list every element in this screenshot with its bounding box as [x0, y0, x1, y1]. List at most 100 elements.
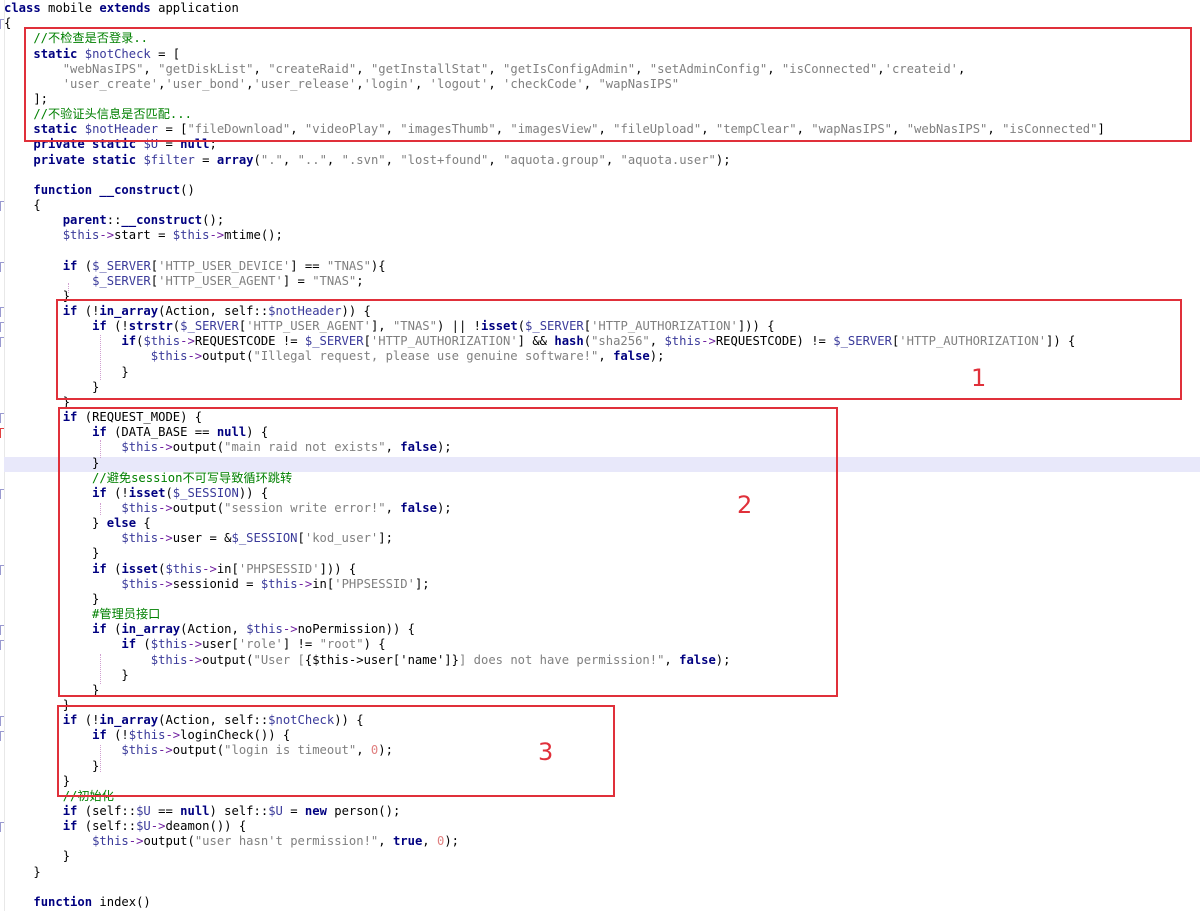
code-token: ,	[326, 152, 342, 167]
code-token: ,	[422, 834, 437, 849]
code-token: $this	[92, 834, 129, 849]
annotation-box-header	[24, 27, 1192, 142]
annotation-label-3: 3	[538, 738, 554, 766]
code-line[interactable]: }	[4, 864, 41, 880]
code-token: start =	[114, 228, 173, 243]
code-line[interactable]: private static $filter = array(".", ".."…	[4, 152, 730, 168]
code-token: $U	[136, 819, 151, 834]
code-editor[interactable]: class mobile extends application{ //不检查是…	[0, 0, 1200, 911]
code-token: ->	[128, 834, 144, 849]
code-token: mtime();	[224, 228, 283, 243]
code-token: "aquota.user"	[620, 152, 716, 167]
code-token: index()	[92, 894, 151, 909]
code-token: ();	[202, 213, 225, 228]
code-line[interactable]: $this->start = $this->mtime();	[4, 228, 283, 243]
code-token: ==	[150, 804, 181, 818]
code-token: $U	[136, 804, 151, 818]
code-token: mobile	[40, 1, 100, 15]
annotation-box-2	[58, 407, 838, 697]
code-line[interactable]: function __construct()	[4, 182, 195, 198]
code-token: array	[216, 152, 254, 167]
code-token: "user hasn't permission!"	[194, 834, 379, 849]
code-token: application	[150, 1, 239, 15]
code-token: ,	[282, 152, 298, 167]
code-line[interactable]: class mobile extends application	[4, 1, 239, 16]
code-token: "."	[260, 152, 283, 167]
code-token: $_SERVER	[92, 273, 151, 288]
code-token: "TNAS"	[312, 273, 357, 288]
code-token: __construct	[99, 182, 181, 197]
code-token: deamon()) {	[165, 819, 247, 834]
code-line[interactable]: {	[4, 16, 11, 31]
code-line[interactable]: $_SERVER['HTTP_USER_AGENT'] = "TNAS";	[4, 274, 364, 289]
code-token: $_SERVER	[92, 258, 151, 273]
code-token: private static	[33, 152, 137, 167]
code-token: function	[33, 182, 93, 197]
code-token: ) self::	[209, 804, 269, 818]
code-token: ;	[356, 273, 364, 288]
code-token: =	[194, 152, 217, 167]
code-token: "TNAS"	[326, 258, 371, 273]
code-token: output(	[143, 834, 195, 849]
indent-guide	[68, 283, 69, 293]
code-token: (	[253, 152, 261, 167]
code-line[interactable]: }	[4, 849, 70, 864]
code-token: ,	[385, 152, 401, 167]
code-token: class	[4, 1, 41, 15]
code-token: (self::	[77, 819, 137, 834]
code-line[interactable]: if (self::$U == null) self::$U = new per…	[4, 804, 401, 819]
code-token: ,	[605, 152, 621, 167]
code-token: 'HTTP_USER_DEVICE'	[158, 258, 291, 273]
code-line[interactable]: {	[4, 198, 41, 213]
code-token: ){	[370, 258, 386, 273]
code-token: ::	[106, 213, 122, 228]
code-token: "lost+found"	[400, 152, 489, 167]
code-token: =	[282, 804, 305, 818]
code-token: ] ==	[290, 258, 327, 273]
annotation-box-1	[56, 299, 1182, 400]
code-token: true	[392, 834, 423, 849]
code-token: (self::	[77, 804, 137, 818]
code-token: $filter	[143, 152, 195, 167]
code-line[interactable]: function index()	[4, 894, 151, 910]
code-token: ,	[378, 834, 393, 849]
annotation-box-3	[57, 705, 615, 797]
code-line[interactable]: $this->output("user hasn't permission!",…	[4, 834, 459, 849]
code-token: ".svn"	[341, 152, 386, 167]
code-token: null	[180, 804, 210, 818]
code-token: (	[77, 258, 93, 273]
code-line[interactable]: parent::__construct();	[4, 213, 224, 228]
annotation-label-1: 1	[971, 364, 987, 392]
code-token: __construct	[121, 213, 203, 228]
code-token: function	[33, 894, 93, 909]
code-token: }	[4, 864, 41, 879]
code-token: }	[4, 849, 71, 864]
code-token: if	[62, 258, 78, 273]
code-line[interactable]: if (self::$U->deamon()) {	[4, 819, 246, 834]
code-token: if	[62, 819, 78, 834]
code-token: {	[4, 16, 12, 31]
code-token: "aquota.group"	[503, 152, 606, 167]
code-token: $this	[62, 228, 100, 243]
code-token: ()	[180, 182, 195, 197]
code-token: {	[4, 198, 41, 212]
code-token: );	[444, 834, 460, 849]
code-token: $this	[172, 228, 210, 243]
code-token: parent	[62, 213, 107, 228]
code-line[interactable]: if ($_SERVER['HTTP_USER_DEVICE'] == "TNA…	[4, 259, 386, 274]
code-token: ,	[488, 152, 504, 167]
code-token: person();	[326, 804, 401, 818]
code-token: new	[304, 804, 327, 818]
code-token: extends	[99, 1, 151, 15]
